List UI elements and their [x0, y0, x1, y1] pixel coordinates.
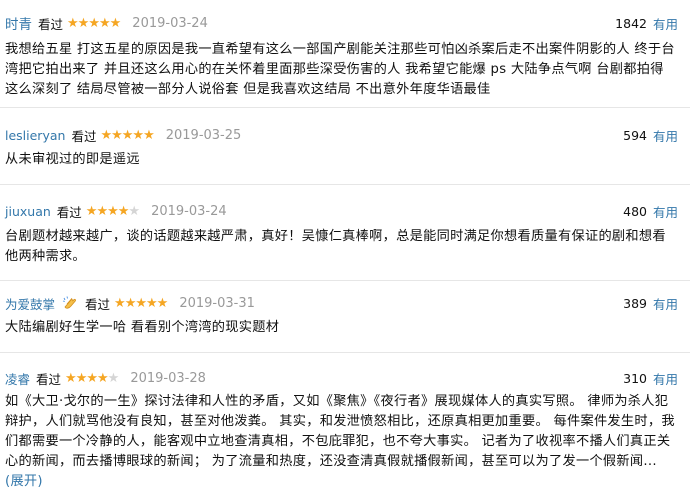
- divider: [0, 107, 690, 108]
- vote-count: 1842: [615, 15, 647, 31]
- vote-count: 594: [623, 127, 647, 143]
- review-date: 2019-03-25: [165, 127, 242, 143]
- vote-area: 480 有用: [623, 202, 678, 221]
- vote-area: 1842 有用: [615, 14, 678, 33]
- review-date: 2019-03-28: [130, 370, 206, 386]
- star-icon: ★: [75, 370, 88, 386]
- review-header: leslieryan 看过 ★ ★ ★ ★ ★ 2019-03-25 594 有用: [5, 124, 678, 146]
- review-header: 凌睿 看过 ★ ★ ★ ★ ★ 2019-03-28 310 有用: [5, 367, 678, 389]
- useful-button[interactable]: 有用: [653, 369, 678, 388]
- review-text: 从未审视过的即是遥远: [5, 152, 140, 167]
- star-rating: ★ ★ ★ ★ ★: [114, 295, 169, 311]
- star-icon: ★: [65, 370, 77, 386]
- vote-count: 480: [623, 203, 647, 219]
- review-date: 2019-03-24: [132, 15, 208, 31]
- vote-count: 310: [623, 370, 647, 386]
- review-date: 2019-03-24: [151, 203, 227, 219]
- star-icon: ★: [114, 295, 126, 311]
- review-header: 时青 看过 ★ ★ ★ ★ ★ 2019-03-24 1842 有用: [5, 12, 678, 34]
- star-icon: ★: [111, 127, 123, 143]
- useful-button[interactable]: 有用: [653, 126, 678, 145]
- star-icon: ★: [88, 15, 100, 31]
- watched-label: 看过: [85, 296, 111, 312]
- review-username[interactable]: jiuxuan: [5, 204, 51, 219]
- star-rating: ★ ★ ★ ★ ★: [65, 370, 120, 386]
- divider: [0, 280, 690, 281]
- review-username[interactable]: leslieryan: [5, 128, 65, 143]
- star-rating: ★ ★ ★ ★ ★: [67, 15, 122, 31]
- star-icon: ★: [96, 203, 108, 219]
- review-text: 我想给五星 打这五星的原因是我一直希望有这么一部国产剧能关注那些可怕凶杀案后走不…: [5, 42, 675, 97]
- star-icon: ★: [117, 203, 130, 219]
- star-icon: ★: [97, 370, 109, 386]
- divider: [0, 352, 690, 353]
- useful-button[interactable]: 有用: [653, 14, 678, 33]
- vote-area: 310 有用: [623, 369, 678, 388]
- vote-area: 594 有用: [623, 126, 678, 145]
- star-icon: ★: [132, 127, 144, 143]
- star-icon: ★: [85, 203, 98, 219]
- review-text: 台剧题材越来越广，谈的话题越来越严肃，真好！吴慷仁真棒啊，总是能同时满足你想看质…: [5, 229, 666, 264]
- star-rating: ★ ★ ★ ★ ★: [100, 127, 155, 143]
- star-icon: ★: [98, 15, 111, 31]
- star-icon: ★: [67, 15, 79, 31]
- review-text: 大陆编剧好生学一哈 看看别个湾湾的现实题材: [5, 320, 280, 335]
- star-icon: ★: [143, 127, 155, 143]
- star-icon: ★: [107, 203, 119, 219]
- watched-label: 看过: [36, 371, 62, 387]
- review-date: 2019-03-31: [179, 295, 255, 311]
- star-icon: ★: [100, 127, 112, 143]
- star-rating: ★ ★ ★ ★ ★: [85, 203, 140, 219]
- watched-label: 看过: [71, 128, 97, 144]
- useful-button[interactable]: 有用: [653, 294, 678, 313]
- star-empty-icon: ★: [128, 203, 140, 219]
- expand-link[interactable]: (展开): [5, 474, 43, 489]
- useful-button[interactable]: 有用: [653, 202, 678, 221]
- review-header: jiuxuan 看过 ★ ★ ★ ★ ★ 2019-03-24 480 有用: [5, 200, 678, 222]
- watched-label: 看过: [56, 204, 82, 220]
- review-text: 如《大卫·戈尔的一生》探讨法律和人性的矛盾，又如《聚焦》《夜行者》展现媒体人的真…: [5, 392, 676, 492]
- star-icon: ★: [124, 295, 137, 311]
- star-icon: ★: [109, 15, 122, 31]
- star-icon: ★: [121, 127, 134, 143]
- star-icon: ★: [135, 295, 147, 311]
- divider: [0, 184, 690, 185]
- review-header: 为爱鼓掌 看过 ★ ★ ★ ★ ★ 2019-03-31 389 有用: [5, 292, 678, 314]
- vote-count: 389: [623, 295, 647, 311]
- review-username[interactable]: 凌睿: [5, 369, 30, 388]
- clapping-hands-icon: [62, 295, 78, 311]
- review-username[interactable]: 时青: [5, 13, 32, 33]
- star-icon: ★: [146, 295, 158, 311]
- review-text-body: 如《大卫·戈尔的一生》探讨法律和人性的矛盾，又如《聚焦》《夜行者》展现媒体人的真…: [5, 394, 675, 469]
- star-empty-icon: ★: [107, 370, 120, 386]
- watched-label: 看过: [38, 16, 64, 32]
- star-icon: ★: [77, 15, 90, 31]
- vote-area: 389 有用: [623, 294, 678, 313]
- star-icon: ★: [156, 295, 169, 311]
- star-icon: ★: [86, 370, 98, 386]
- review-username[interactable]: 为爱鼓掌: [5, 294, 55, 313]
